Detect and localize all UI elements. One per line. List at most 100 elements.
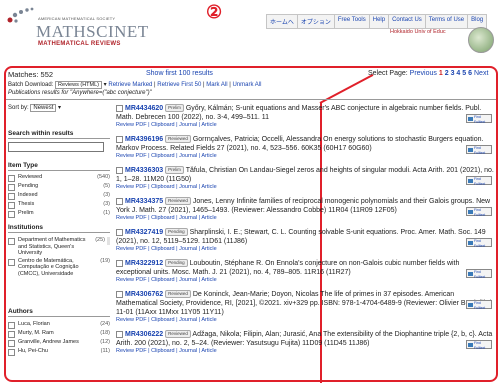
facet-item[interactable]: Granville, Andrew James (12) bbox=[8, 339, 110, 347]
unmark-all-link[interactable]: Unmark All bbox=[232, 82, 261, 88]
checkbox[interactable] bbox=[8, 322, 15, 329]
nav-terms[interactable]: Terms of Use bbox=[426, 15, 469, 28]
clipboard-link[interactable]: Clipboard bbox=[151, 317, 175, 323]
journal-link[interactable]: Journal bbox=[179, 277, 197, 283]
find-fulltext-button[interactable]: Find Fulltext bbox=[466, 300, 492, 310]
page-6[interactable]: 6 bbox=[468, 70, 472, 77]
article-link[interactable]: Article bbox=[201, 153, 216, 159]
page-1[interactable]: 1 bbox=[439, 70, 443, 77]
journal-link[interactable]: Journal bbox=[179, 153, 197, 159]
result-checkbox[interactable] bbox=[116, 135, 123, 143]
result-checkbox[interactable] bbox=[116, 166, 123, 174]
nav-help[interactable]: Help bbox=[370, 15, 390, 28]
journal-link[interactable]: Journal bbox=[179, 184, 197, 190]
checkbox[interactable] bbox=[8, 202, 15, 209]
result-checkbox[interactable] bbox=[116, 259, 123, 267]
facet-item[interactable]: Indexed (3) bbox=[8, 192, 110, 200]
result-checkbox[interactable] bbox=[116, 228, 123, 236]
previous-link[interactable]: Previous bbox=[410, 70, 437, 77]
institutions-list[interactable]: Department of Mathematics and Statistics… bbox=[8, 236, 110, 306]
clipboard-link[interactable]: Clipboard bbox=[151, 348, 175, 354]
review-pdf-link[interactable]: Review PDF bbox=[116, 122, 147, 128]
find-fulltext-button[interactable]: Find Fulltext bbox=[466, 340, 492, 350]
facet-item[interactable]: Thesis (3) bbox=[8, 201, 110, 209]
review-pdf-link[interactable]: Review PDF bbox=[116, 184, 147, 190]
mr-number-link[interactable]: MR4334375 bbox=[125, 198, 163, 205]
article-link[interactable]: Article bbox=[201, 277, 216, 283]
review-pdf-link[interactable]: Review PDF bbox=[116, 246, 147, 252]
mr-number-link[interactable]: MR4396196 bbox=[125, 136, 163, 143]
article-link[interactable]: Article bbox=[201, 246, 216, 252]
facet-item[interactable]: Murty, M. Ram (18) bbox=[8, 330, 110, 338]
find-fulltext-button[interactable]: Find Fulltext bbox=[466, 176, 492, 186]
nav-blog[interactable]: Blog bbox=[468, 15, 486, 28]
facet-item[interactable]: Hu, Pei-Chu (11) bbox=[8, 348, 110, 356]
article-link[interactable]: Article bbox=[201, 122, 216, 128]
mr-number-link[interactable]: MR4306762 bbox=[125, 291, 163, 298]
facet-item[interactable]: Luca, Florian (24) bbox=[8, 321, 110, 329]
sort-select[interactable]: Newest bbox=[30, 104, 57, 112]
find-fulltext-button[interactable]: Find Fulltext bbox=[466, 269, 492, 279]
mr-number-link[interactable]: MR4434620 bbox=[125, 105, 163, 112]
checkbox[interactable] bbox=[8, 211, 15, 218]
journal-link[interactable]: Journal bbox=[179, 215, 197, 221]
review-pdf-link[interactable]: Review PDF bbox=[116, 317, 147, 323]
clipboard-link[interactable]: Clipboard bbox=[151, 215, 175, 221]
facet-item[interactable]: Department of Mathematics and Statistics… bbox=[8, 237, 110, 257]
scrollbar[interactable] bbox=[107, 237, 110, 245]
nav-home[interactable]: ホームへ bbox=[267, 15, 298, 28]
clipboard-link[interactable]: Clipboard bbox=[151, 277, 175, 283]
checkbox[interactable] bbox=[8, 258, 15, 266]
page-3[interactable]: 3 bbox=[451, 70, 455, 77]
facet-item[interactable]: Reviewed (540) bbox=[8, 174, 110, 182]
retrieve-first-link[interactable]: Retrieve First 50 bbox=[157, 82, 201, 88]
page-2[interactable]: 2 bbox=[445, 70, 449, 77]
checkbox[interactable] bbox=[8, 331, 15, 338]
review-pdf-link[interactable]: Review PDF bbox=[116, 215, 147, 221]
result-checkbox[interactable] bbox=[116, 104, 123, 112]
mr-number-link[interactable]: MR4306222 bbox=[125, 331, 163, 338]
article-link[interactable]: Article bbox=[201, 317, 216, 323]
review-pdf-link[interactable]: Review PDF bbox=[116, 348, 147, 354]
checkbox[interactable] bbox=[8, 340, 15, 347]
next-link[interactable]: Next bbox=[474, 70, 488, 77]
search-within-input[interactable] bbox=[8, 142, 104, 152]
review-pdf-link[interactable]: Review PDF bbox=[116, 153, 147, 159]
nav-free-tools[interactable]: Free Tools bbox=[335, 15, 370, 28]
nav-contact[interactable]: Contact Us bbox=[389, 15, 426, 28]
page-4[interactable]: 4 bbox=[456, 70, 460, 77]
facet-item[interactable]: Prelim (1) bbox=[8, 210, 110, 218]
retrieve-marked-link[interactable]: Retrieve Marked bbox=[108, 82, 152, 88]
clipboard-link[interactable]: Clipboard bbox=[151, 153, 175, 159]
checkbox[interactable] bbox=[8, 193, 15, 200]
authors-list[interactable]: Luca, Florian (24) Murty, M. Ram (18) Gran… bbox=[8, 320, 110, 376]
checkbox[interactable] bbox=[8, 238, 15, 245]
journal-link[interactable]: Journal bbox=[179, 348, 197, 354]
show-first-link[interactable]: Show first 100 results bbox=[146, 70, 213, 77]
mr-number-link[interactable]: MR4327419 bbox=[125, 229, 163, 236]
mark-all-link[interactable]: Mark All bbox=[206, 82, 227, 88]
mr-number-link[interactable]: MR4322912 bbox=[125, 260, 163, 267]
journal-link[interactable]: Journal bbox=[179, 317, 197, 323]
batch-format-select[interactable]: Reviews (HTML) bbox=[55, 81, 102, 89]
result-checkbox[interactable] bbox=[116, 330, 123, 338]
article-link[interactable]: Article bbox=[201, 348, 216, 354]
review-pdf-link[interactable]: Review PDF bbox=[116, 277, 147, 283]
facet-item[interactable]: Centro de Matemática, Computação e Cogni… bbox=[8, 258, 110, 278]
facet-item[interactable]: Pending (5) bbox=[8, 183, 110, 191]
nav-options[interactable]: オプション bbox=[298, 15, 335, 28]
article-link[interactable]: Article bbox=[201, 184, 216, 190]
find-fulltext-button[interactable]: Find Fulltext bbox=[466, 114, 492, 124]
checkbox[interactable] bbox=[8, 175, 15, 182]
journal-link[interactable]: Journal bbox=[179, 246, 197, 252]
journal-link[interactable]: Journal bbox=[179, 122, 197, 128]
article-link[interactable]: Article bbox=[201, 215, 216, 221]
find-fulltext-button[interactable]: Find Fulltext bbox=[466, 207, 492, 217]
mathscinet-logo[interactable]: MATHSCINET bbox=[36, 22, 149, 42]
page-5[interactable]: 5 bbox=[462, 70, 466, 77]
result-checkbox[interactable] bbox=[116, 290, 123, 298]
clipboard-link[interactable]: Clipboard bbox=[151, 122, 175, 128]
find-fulltext-button[interactable]: Find Fulltext bbox=[466, 238, 492, 248]
result-checkbox[interactable] bbox=[116, 197, 123, 205]
checkbox[interactable] bbox=[8, 184, 15, 191]
